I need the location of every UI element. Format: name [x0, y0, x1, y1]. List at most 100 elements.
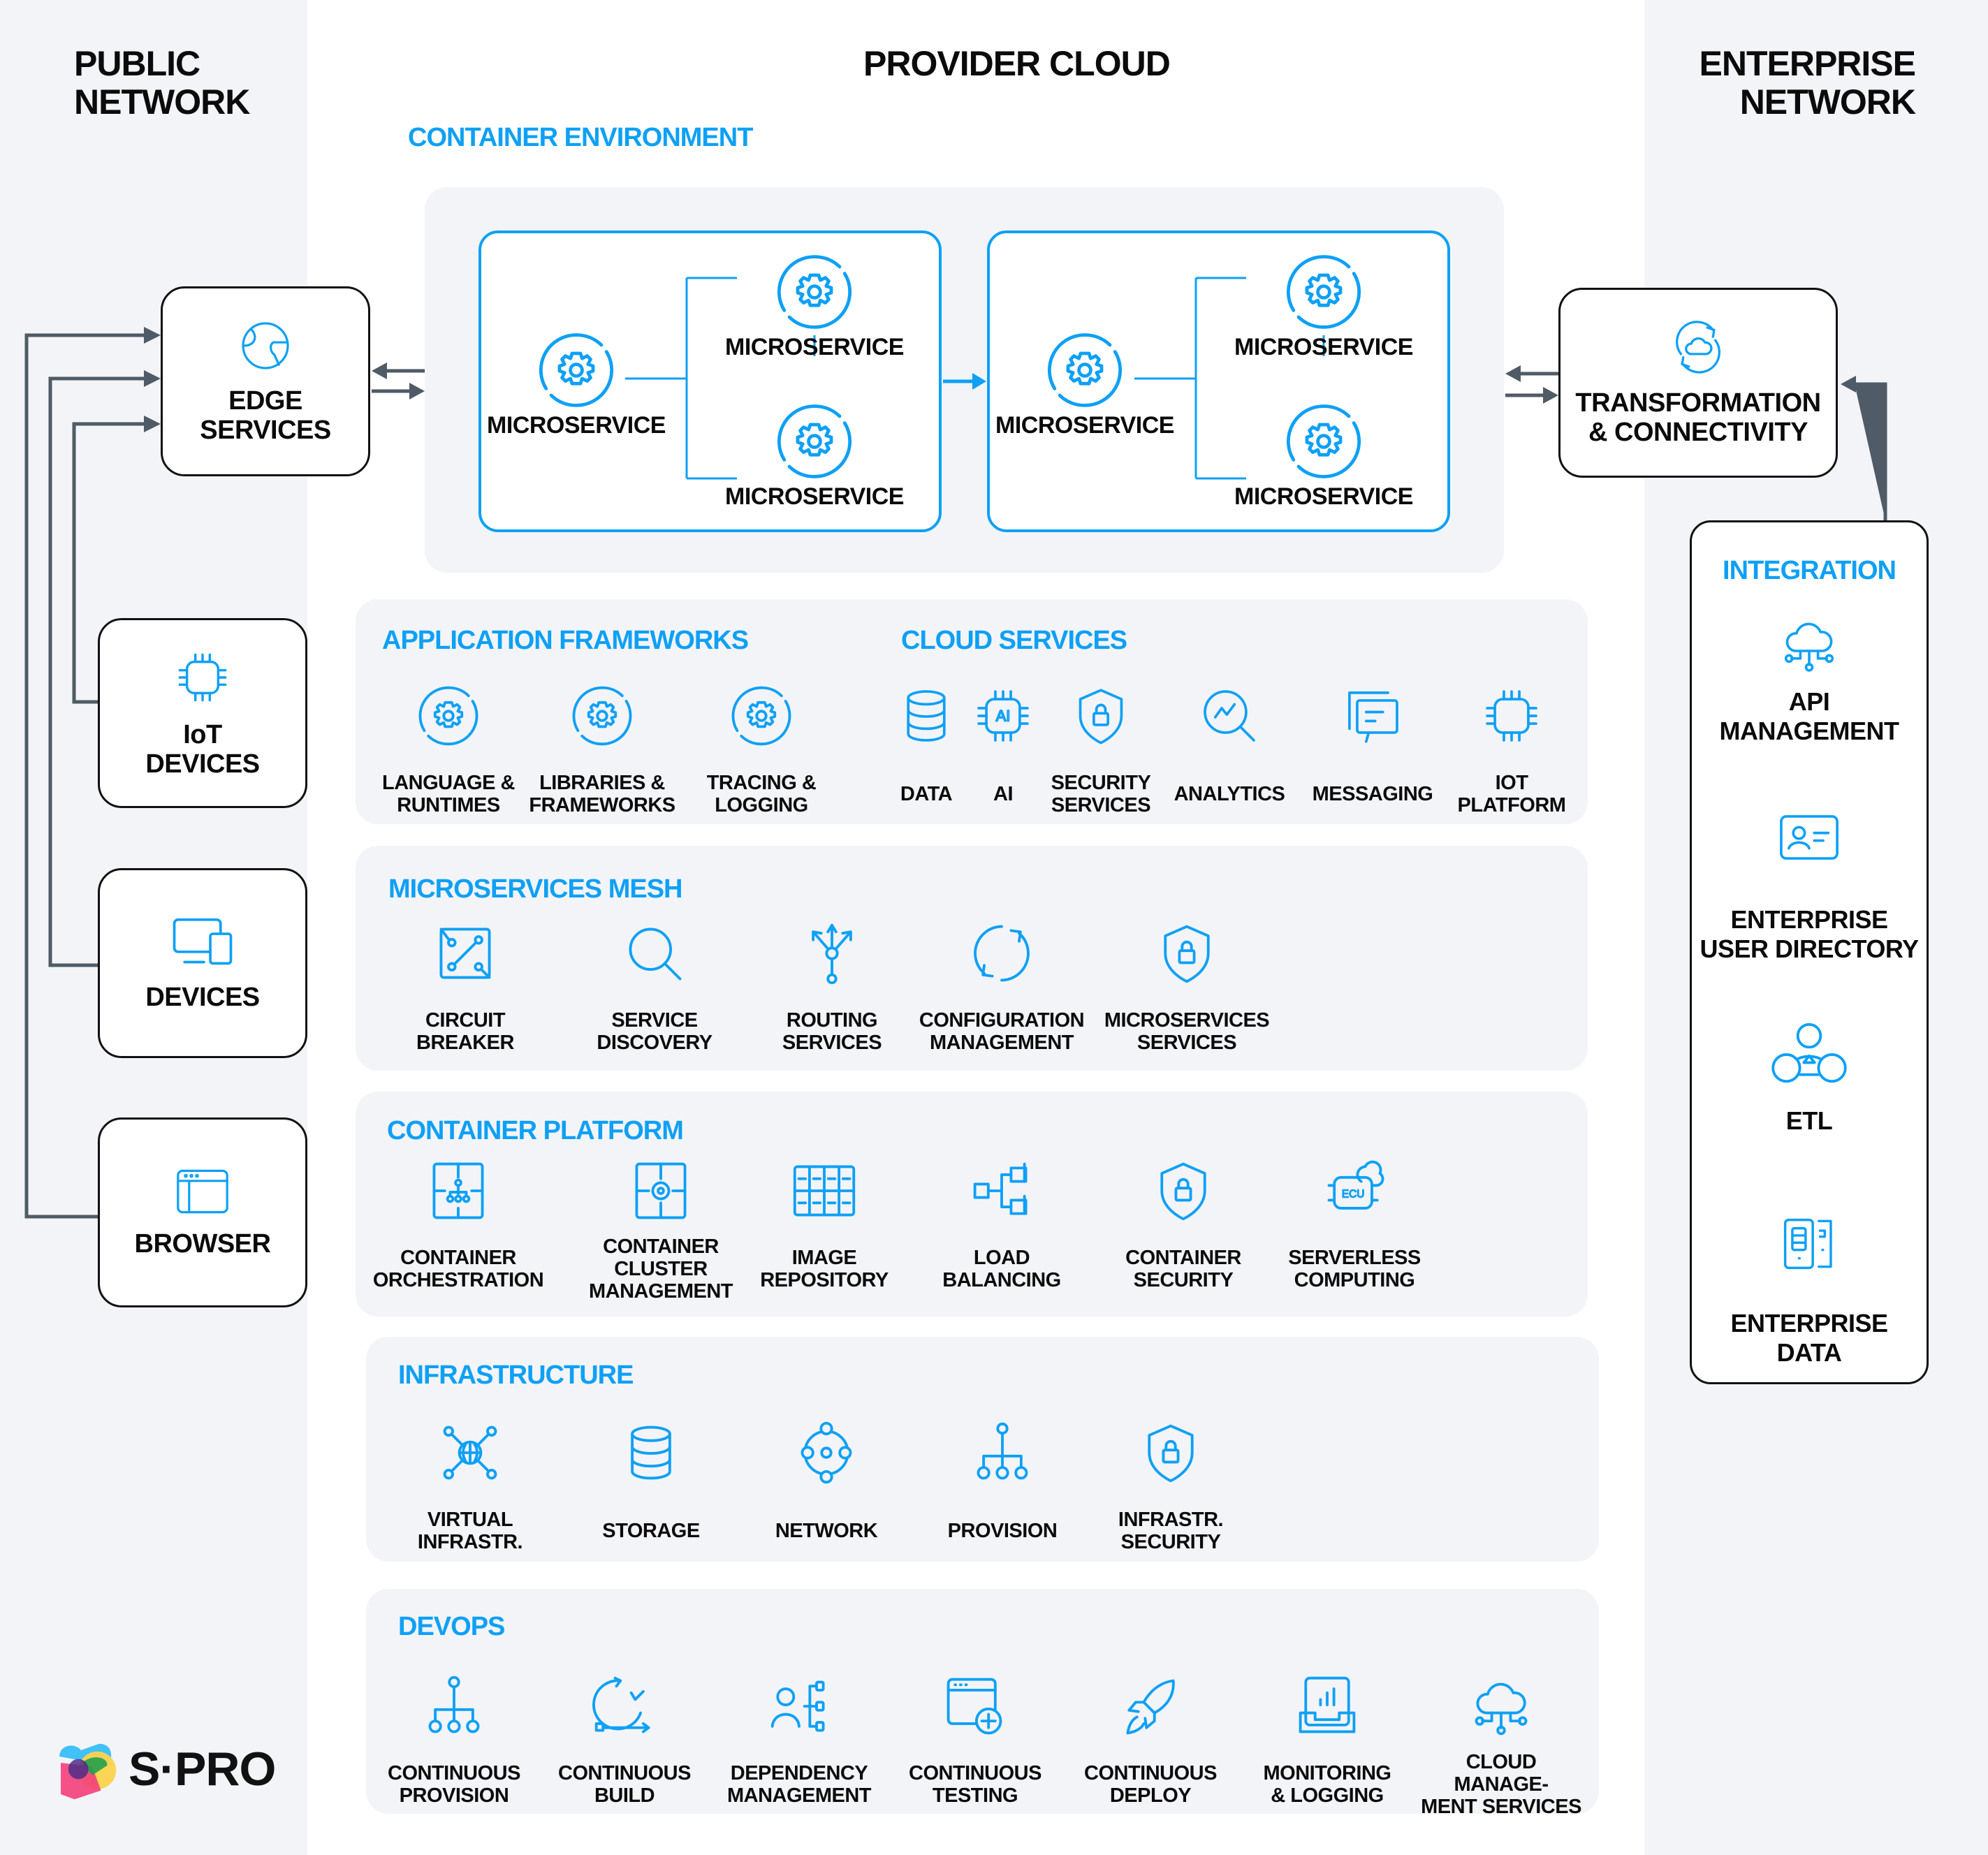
service-item[interactable]: PROVISION — [919, 1414, 1086, 1555]
user-tree-icon — [770, 1680, 825, 1732]
service-item-icon-wrap — [627, 1152, 694, 1229]
microservice-node[interactable]: MICROSERVICE — [995, 328, 1174, 439]
service-item[interactable]: INFRASTR. SECURITY — [1087, 1414, 1255, 1555]
service-item-label: IMAGE REPOSITORY — [760, 1247, 889, 1291]
service-item-icon-wrap — [793, 1414, 860, 1491]
service-item[interactable]: MICROSERVICES SERVICES — [1103, 915, 1271, 1056]
service-item[interactable]: STORAGE — [567, 1414, 735, 1555]
app-frameworks-title: APPLICATION FRAMEWORKS — [382, 626, 749, 655]
spro-logo: S·PRO — [54, 1738, 276, 1801]
edge-services-label: EDGE SERVICES — [200, 386, 331, 445]
integration-item-api-management[interactable]: API MANAGEMENT — [1692, 613, 1927, 746]
service-item-icon-wrap — [569, 677, 636, 754]
service-item-icon-wrap — [1468, 1668, 1535, 1745]
microservice-node[interactable]: MICROSERVICE — [725, 250, 904, 361]
service-item-icon-wrap — [968, 1152, 1035, 1229]
service-item-label: LANGUAGE & RUNTIMES — [382, 772, 515, 816]
gear-cycle-icon — [773, 250, 856, 334]
devices-label: DEVICES — [145, 983, 260, 1012]
service-item-icon-wrap — [766, 1668, 833, 1745]
gear-cycle-icon — [1282, 250, 1366, 334]
circuit-breaker-icon — [439, 928, 491, 979]
service-item-label: MESSAGING — [1312, 783, 1433, 805]
service-item[interactable]: IMAGE REPOSITORY — [740, 1152, 908, 1293]
data-devices-icon — [1783, 1218, 1832, 1270]
transformation-label: TRANSFORMATION & CONNECTIVITY — [1575, 388, 1821, 447]
spro-logo-icon — [59, 1743, 117, 1800]
integration-item-etl[interactable]: ETL — [1692, 1021, 1927, 1136]
rocket-icon — [1126, 1679, 1175, 1735]
service-item[interactable]: ANALYTICS — [1146, 677, 1313, 819]
service-item[interactable]: ROUTING SERVICES — [748, 915, 916, 1056]
grid-repository-icon — [793, 1165, 856, 1217]
service-item-icon-wrap — [437, 1414, 504, 1491]
devices-icon — [173, 918, 233, 965]
service-item-icon-wrap — [432, 915, 499, 992]
cloud-sync-icon — [1676, 321, 1720, 374]
shield-lock-icon — [1137, 1419, 1204, 1486]
iot-devices-node[interactable]: IoT DEVICES — [98, 618, 307, 808]
container-platform-title: CONTAINER PLATFORM — [387, 1116, 684, 1145]
service-item[interactable]: LIBRARIES & FRAMEWORKS — [518, 677, 686, 819]
integration-item-enterprise-data[interactable]: ENTERPRISE DATA — [1692, 1214, 1927, 1368]
service-item[interactable]: LOAD BALANCING — [918, 1152, 1086, 1293]
gear-cycle-icon — [534, 328, 618, 412]
microservice-node[interactable]: MICROSERVICE — [725, 399, 904, 511]
service-item-icon-wrap — [1479, 677, 1544, 754]
service-item[interactable]: CONTINUOUS DEPLOY — [1067, 1668, 1234, 1809]
gear-cycle-icon — [415, 682, 482, 749]
integration-item-label: ENTERPRISE DATA — [1730, 1309, 1888, 1367]
service-item-label: PROVISION — [947, 1520, 1058, 1542]
iot-devices-label: IoT DEVICES — [145, 720, 260, 779]
gear-cycle-icon — [773, 399, 856, 483]
microservice-node[interactable]: MICROSERVICE — [1234, 250, 1413, 361]
service-item-label: ANALYTICS — [1174, 783, 1285, 805]
service-item[interactable]: NETWORK — [743, 1414, 910, 1555]
service-item[interactable]: CONTAINER ORCHESTRATION — [372, 1152, 544, 1293]
routing-arrows-icon — [812, 923, 852, 985]
service-item[interactable]: SERVICE DISCOVERY — [571, 915, 738, 1056]
service-item[interactable]: VIRTUAL INFRASTR. — [386, 1414, 554, 1555]
devices-node[interactable]: DEVICES — [98, 868, 307, 1058]
microservice-node[interactable]: MICROSERVICE — [487, 328, 666, 439]
service-item[interactable]: CONFIGURATION MANAGEMENT — [918, 915, 1086, 1056]
service-item[interactable]: CLOUD MANAGE- MENT SERVICES — [1417, 1668, 1585, 1818]
cloud-network-icon — [1776, 613, 1843, 676]
service-item-label: MONITORING & LOGGING — [1263, 1762, 1391, 1807]
globe-icon — [242, 322, 289, 369]
service-item[interactable]: ECU SERVERLESS COMPUTING — [1271, 1152, 1438, 1293]
service-item[interactable]: CONTAINER CLUSTER MANAGEMENT — [577, 1152, 745, 1303]
microservice-label: MICROSERVICE — [995, 412, 1174, 439]
service-item-icon-wrap — [591, 1668, 658, 1745]
microservice-node[interactable]: MICROSERVICE — [1234, 399, 1413, 511]
service-item-label: CONTINUOUS TESTING — [909, 1762, 1041, 1807]
database-icon — [617, 1419, 685, 1486]
refresh-cycle-icon — [974, 925, 1030, 982]
service-item-icon-wrap — [425, 1152, 492, 1229]
integration-item-label: ETL — [1785, 1106, 1833, 1135]
browser-node[interactable]: BROWSER — [98, 1117, 307, 1307]
service-item-label: TRACING & LOGGING — [706, 772, 817, 816]
integration-item-user-directory[interactable]: ENTERPRISE USER DIRECTORY — [1692, 809, 1927, 964]
service-item-label: IOT PLATFORM — [1457, 772, 1566, 816]
service-item[interactable]: IOT PLATFORM — [1428, 677, 1595, 819]
transformation-connectivity-node[interactable]: TRANSFORMATION & CONNECTIVITY — [1558, 288, 1838, 478]
service-item[interactable]: CONTAINER SECURITY — [1099, 1152, 1267, 1293]
edge-services-node[interactable]: EDGE SERVICES — [161, 286, 370, 476]
service-item[interactable]: CONTINUOUS BUILD — [541, 1668, 708, 1809]
service-item-icon-wrap — [798, 915, 865, 992]
service-item-label: CONTAINER ORCHESTRATION — [372, 1247, 544, 1291]
shield-lock-icon — [1150, 1157, 1217, 1224]
service-item[interactable]: CONTINUOUS PROVISION — [370, 1668, 538, 1809]
service-item[interactable]: MONITORING & LOGGING — [1243, 1668, 1411, 1809]
load-balancer-icon — [973, 1162, 1028, 1215]
service-item-label: ROUTING SERVICES — [782, 1009, 882, 1054]
service-item[interactable]: CIRCUIT BREAKER — [381, 915, 549, 1056]
microservices-mesh-title: MICROSERVICES MESH — [388, 874, 682, 904]
service-item-icon-wrap — [1294, 1668, 1361, 1745]
service-item-icon-wrap — [1197, 677, 1262, 754]
service-item[interactable]: TRACING & LOGGING — [678, 677, 845, 819]
service-item[interactable]: CONTINUOUS TESTING — [891, 1668, 1059, 1809]
service-item[interactable]: LANGUAGE & RUNTIMES — [365, 677, 532, 819]
service-item[interactable]: DEPENDENCY MANAGEMENT — [715, 1668, 883, 1809]
